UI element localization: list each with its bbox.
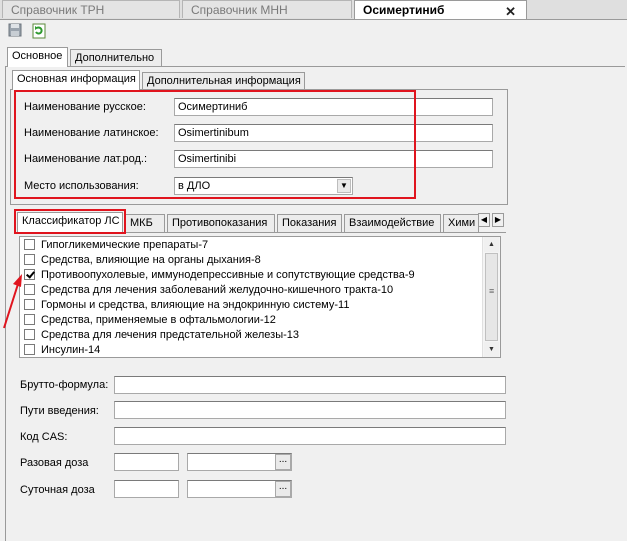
refresh-icon[interactable] <box>31 23 47 39</box>
doc-tab-label: Осимертиниб <box>363 3 445 17</box>
tab-main[interactable]: Основное <box>7 47 68 67</box>
list-item-label: Средства для лечения заболеваний желудоч… <box>41 284 394 296</box>
routes-label: Пути введения: <box>20 405 99 417</box>
list-item[interactable]: Средства, применяемые в офтальмологии-12 <box>24 313 276 328</box>
list-item-label: Средства, влияющие на органы дыхания-8 <box>41 254 261 266</box>
tab-label: Классификатор ЛС <box>22 215 120 227</box>
list-item[interactable]: Средства для лечения предстательной желе… <box>24 328 299 343</box>
tab-classifier[interactable]: Классификатор ЛС <box>17 212 123 232</box>
tab-scroll-left-icon[interactable]: ◀ <box>478 213 490 227</box>
doc-tab-osimertinib[interactable]: Осимертиниб ✕ <box>354 0 527 19</box>
tab-panel-border <box>5 66 625 67</box>
list-item-label: Гормоны и средства, влияющие на эндокрин… <box>41 299 350 311</box>
grip-icon: ≡ <box>489 286 495 296</box>
list-item[interactable]: Средства для лечения заболеваний желудоч… <box>24 283 393 298</box>
tab-label: Дополнительно <box>75 52 155 64</box>
list-item-label: Противоопухолевые, иммунодепрессивные и … <box>41 269 415 281</box>
doc-tab-mnn[interactable]: Справочник МНН <box>182 0 352 18</box>
tab-label: МКБ <box>130 217 153 229</box>
list-item-label: Средства, применяемые в офтальмологии-12 <box>41 314 276 326</box>
list-item[interactable]: Средства, влияющие на органы дыхания-8 <box>24 253 261 268</box>
tab-contraindications[interactable]: Противопоказания <box>167 214 275 232</box>
tab-additional[interactable]: Дополнительно <box>70 49 162 67</box>
document-tab-bar: Справочник ТРН Справочник МНН Осимертини… <box>0 0 627 20</box>
single-dose-browse-button[interactable]: ... <box>275 454 291 470</box>
tab-mkb[interactable]: МКБ <box>125 214 165 232</box>
checkbox[interactable] <box>24 329 35 340</box>
tab-label: Противопоказания <box>172 217 268 229</box>
classifier-checklist: Гипогликемические препараты-7 Средства, … <box>19 236 501 358</box>
list-item[interactable]: Гипогликемические препараты-7 <box>24 238 208 253</box>
single-dose-field[interactable] <box>114 453 179 471</box>
tab-label: Дополнительная информация <box>147 75 301 87</box>
tab-basic-info[interactable]: Основная информация <box>12 70 140 90</box>
daily-dose-browse-button[interactable]: ... <box>275 481 291 497</box>
list-item-label: Гипогликемические препараты-7 <box>41 239 209 251</box>
scroll-down-icon[interactable]: ▼ <box>484 342 499 357</box>
single-dose-label: Разовая доза <box>20 457 89 469</box>
tab-chemistry[interactable]: Хими <box>443 214 479 232</box>
list-scrollbar[interactable]: ▲ ≡ ▼ <box>482 237 500 357</box>
save-disk-icon[interactable] <box>8 23 24 39</box>
tab-indications[interactable]: Показания <box>277 214 342 232</box>
toolbar <box>0 20 627 43</box>
list-item-label: Средства для лечения предстательной желе… <box>41 329 300 341</box>
list-item-label: Инсулин-14 <box>41 344 101 356</box>
brutto-label: Брутто-формула: <box>20 379 109 391</box>
tab-label: Показания <box>282 217 337 229</box>
doc-tab-trn[interactable]: Справочник ТРН <box>2 0 180 18</box>
red-arrow-icon <box>3 274 22 329</box>
cas-label: Код CAS: <box>20 431 68 443</box>
close-icon[interactable]: ✕ <box>505 3 516 21</box>
brutto-field[interactable] <box>114 376 506 394</box>
doc-tab-label: Справочник МНН <box>191 3 288 17</box>
list-item[interactable]: Гормоны и средства, влияющие на эндокрин… <box>24 298 349 313</box>
tab-additional-info[interactable]: Дополнительная информация <box>142 72 305 90</box>
tab-label: Хими <box>448 217 476 229</box>
list-item[interactable]: Инсулин-14 <box>24 343 101 357</box>
daily-dose-label: Суточная доза <box>20 484 95 496</box>
info-panel-left <box>10 89 11 204</box>
list-item[interactable]: Противоопухолевые, иммунодепрессивные и … <box>24 268 415 283</box>
scroll-up-icon[interactable]: ▲ <box>484 237 499 252</box>
tab-label: Взаимодействие <box>349 217 435 229</box>
routes-field[interactable] <box>114 401 506 419</box>
scroll-thumb[interactable]: ≡ <box>485 253 498 341</box>
checkbox[interactable] <box>24 254 35 265</box>
cas-field[interactable] <box>114 427 506 445</box>
tab-label: Основная информация <box>17 73 136 85</box>
checkbox[interactable] <box>24 344 35 355</box>
info-panel-bottom <box>10 204 508 205</box>
checkbox[interactable] <box>24 239 35 250</box>
doc-tab-label: Справочник ТРН <box>11 3 105 17</box>
tab-interactions[interactable]: Взаимодействие <box>344 214 441 232</box>
highlight-box-names <box>14 90 416 199</box>
tab-scroll-right-icon[interactable]: ▶ <box>492 213 504 227</box>
daily-dose-field[interactable] <box>114 480 179 498</box>
tab-label: Основное <box>12 50 63 62</box>
info-panel-right <box>507 89 508 204</box>
